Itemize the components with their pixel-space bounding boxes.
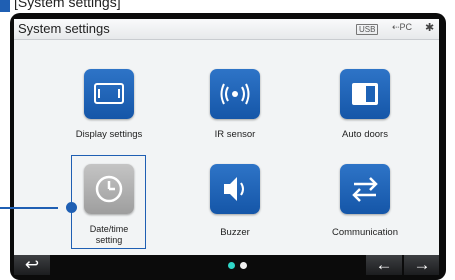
ir-sensor-icon bbox=[220, 83, 250, 105]
communication-button[interactable] bbox=[340, 164, 390, 214]
return-button[interactable]: ↩ bbox=[14, 255, 50, 275]
transfer-arrows-icon bbox=[352, 177, 378, 202]
arrow-left-icon: ← bbox=[375, 255, 393, 274]
callout-dot bbox=[66, 202, 77, 213]
auto-doors-label: Auto doors bbox=[342, 129, 388, 140]
page-indicator-dot-active bbox=[228, 262, 235, 269]
callout-line bbox=[0, 207, 58, 209]
pc-plug-icon: ⇠ bbox=[392, 22, 400, 32]
ir-sensor-button[interactable] bbox=[210, 69, 260, 119]
caption: [System settings] bbox=[14, 0, 121, 10]
previous-page-button[interactable]: ← bbox=[366, 255, 402, 275]
usb-status-icon: USB bbox=[356, 24, 379, 35]
buzzer-label: Buzzer bbox=[220, 227, 250, 238]
page-indicator-dot bbox=[240, 262, 247, 269]
display-settings-button[interactable] bbox=[84, 69, 134, 119]
auto-doors-icon bbox=[352, 83, 378, 105]
return-arrow-icon: ↩ bbox=[24, 255, 40, 274]
ir-sensor-label: IR sensor bbox=[214, 129, 256, 140]
title-bar: System settings USB ⇠PC ✱ bbox=[14, 19, 439, 40]
arrow-right-icon: → bbox=[413, 255, 431, 274]
display-settings-label: Display settings bbox=[75, 129, 143, 140]
pc-status: ⇠PC bbox=[392, 22, 412, 33]
selection-highlight bbox=[71, 155, 146, 249]
next-page-button[interactable]: → bbox=[404, 255, 439, 275]
page-title: System settings bbox=[18, 21, 110, 36]
display-icon bbox=[94, 83, 124, 104]
pc-status-label: PC bbox=[399, 22, 413, 32]
step-badge bbox=[0, 0, 10, 12]
speaker-icon bbox=[224, 177, 244, 201]
bluetooth-icon: ✱ bbox=[425, 22, 435, 34]
communication-label: Communication bbox=[332, 227, 398, 238]
auto-doors-button[interactable] bbox=[340, 69, 390, 119]
buzzer-button[interactable] bbox=[210, 164, 260, 214]
